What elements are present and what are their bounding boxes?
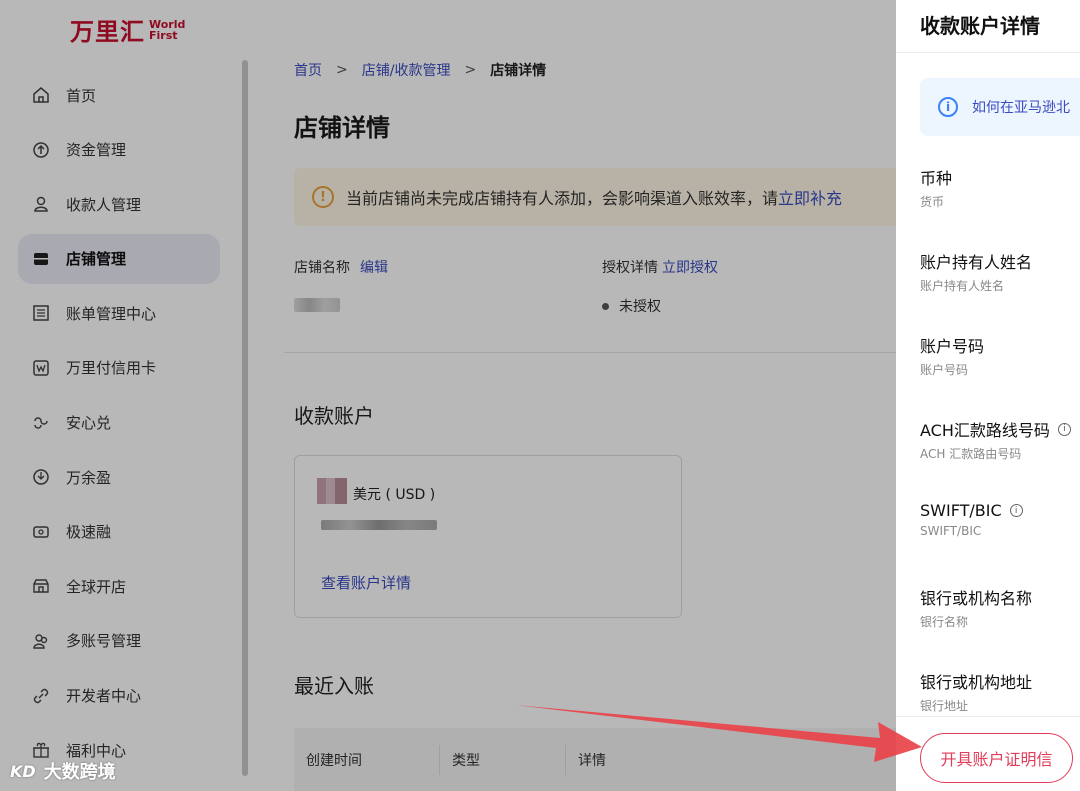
drawer-title: 收款账户详情: [920, 14, 1040, 38]
modal-backdrop[interactable]: [0, 0, 896, 791]
field-holder-name: 账户持有人姓名 账户持有人姓名: [920, 253, 1033, 293]
info-tooltip-icon[interactable]: i: [1009, 504, 1023, 517]
info-banner[interactable]: i 如何在亚马逊北: [920, 78, 1080, 136]
drawer-divider: [896, 52, 1080, 53]
account-details-drawer: 收款账户详情 i 如何在亚马逊北 币种 货币 账户持有人姓名 账户持有人姓名 账…: [896, 0, 1080, 791]
field-currency: 币种 货币: [920, 169, 953, 209]
field-ach-routing: ACH汇款路线号码 i ACH 汇款路由号码: [920, 417, 1071, 462]
issue-account-certificate-button[interactable]: 开具账户证明信: [920, 733, 1073, 783]
field-swift-bic: SWIFT/BIC i SWIFT/BIC: [920, 501, 1023, 538]
info-text: 如何在亚马逊北: [972, 100, 1070, 116]
watermark: KD 大数跨境: [10, 758, 116, 784]
watermark-logo: KD: [10, 761, 36, 781]
field-bank-name: 银行或机构名称 银行名称: [920, 589, 1033, 629]
field-account-number: 账户号码 账户号码: [920, 337, 985, 377]
info-tooltip-icon[interactable]: i: [1057, 422, 1071, 436]
info-icon: i: [938, 97, 958, 117]
field-bank-address: 银行或机构地址 银行地址: [920, 673, 1033, 713]
watermark-text: 大数跨境: [43, 762, 116, 783]
footer-divider: [896, 716, 1080, 717]
